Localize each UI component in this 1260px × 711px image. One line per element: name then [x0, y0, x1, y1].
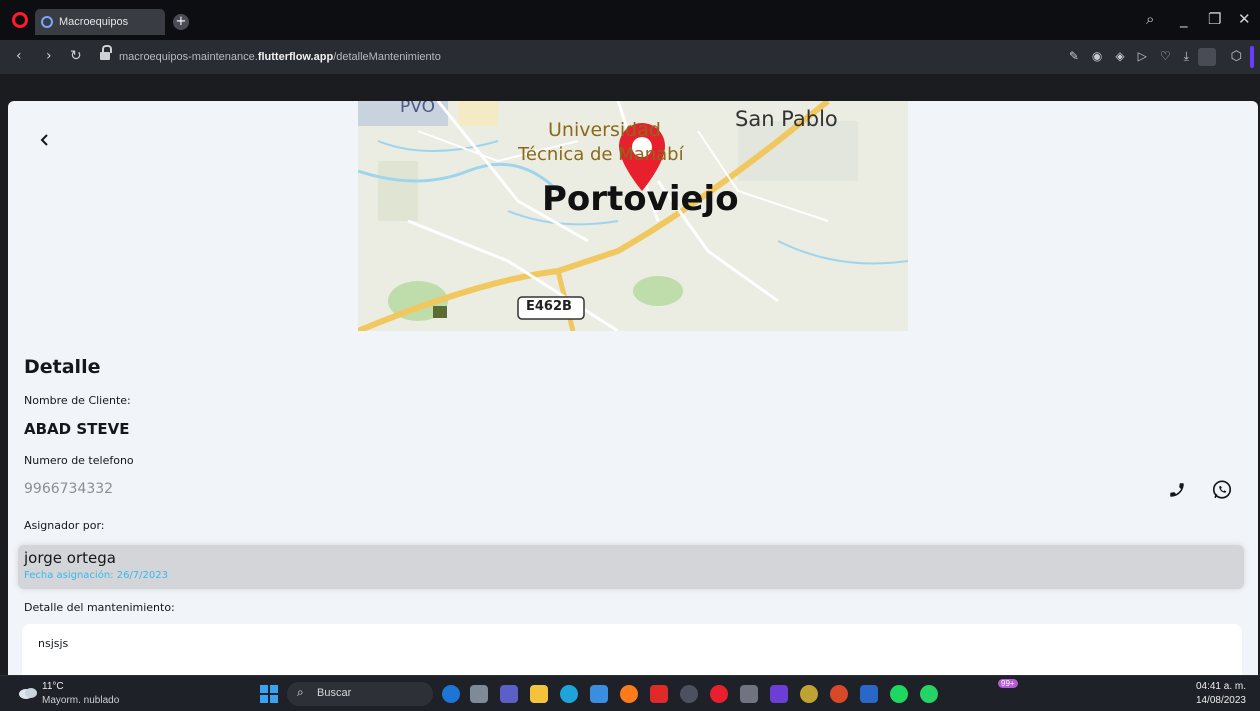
- notification-badge: 99+: [998, 679, 1018, 688]
- sidebar-accent: [1250, 46, 1254, 68]
- address-bar: ‹ › ↻ macroequipos-maintenance.flutterfl…: [0, 40, 1260, 74]
- browser-tab[interactable]: Macroequipos: [35, 9, 165, 35]
- search-tabs-icon[interactable]: ⌕: [1146, 10, 1154, 28]
- tab-title: Macroequipos: [59, 16, 129, 28]
- client-label: Nombre de Cliente:: [24, 394, 131, 407]
- search-icon: ⌕: [297, 685, 304, 699]
- phone-icon[interactable]: [1168, 481, 1186, 499]
- map-label-portoviejo: Portoviejo: [542, 179, 739, 219]
- cloud-icon[interactable]: [18, 686, 38, 699]
- map-label-san-pablo: San Pablo: [735, 107, 838, 131]
- windows-start-button[interactable]: [260, 685, 278, 703]
- whatsapp-icon[interactable]: [1211, 479, 1233, 501]
- app-icon-1[interactable]: [740, 685, 758, 703]
- bing-icon[interactable]: [442, 685, 460, 703]
- url-field[interactable]: macroequipos-maintenance.flutterflow.app…: [119, 51, 441, 63]
- assigned-label: Asignador por:: [24, 519, 105, 532]
- opera-taskbar-icon[interactable]: [710, 685, 728, 703]
- restore-button[interactable]: ❐: [1208, 10, 1221, 28]
- map-label-tecnica: Técnica de Manabí: [518, 144, 684, 165]
- opera-logo-icon[interactable]: [12, 12, 28, 28]
- file-explorer-icon[interactable]: [530, 685, 548, 703]
- play-icon[interactable]: ▷: [1138, 49, 1147, 64]
- weather-description: Mayorm. nublado: [42, 695, 120, 706]
- heart-icon[interactable]: ♡: [1160, 49, 1171, 64]
- description-text: nsjsjs: [38, 637, 69, 650]
- powerpoint-icon[interactable]: [830, 685, 848, 703]
- phone-number: 9966734332: [24, 481, 114, 497]
- download-icon[interactable]: ⤓: [1184, 49, 1189, 64]
- edge-icon[interactable]: [560, 685, 578, 703]
- clock-date[interactable]: 14/08/2023: [1196, 695, 1246, 706]
- assigned-date: Fecha asignación: 26/7/2023: [24, 570, 168, 581]
- shield-icon[interactable]: ◈: [1115, 49, 1124, 64]
- assigned-card: jorge ortega Fecha asignación: 26/7/2023: [18, 545, 1244, 589]
- map-label-pvo: PVO: [400, 101, 435, 117]
- obs-icon[interactable]: [680, 685, 698, 703]
- new-tab-button[interactable]: +: [173, 14, 189, 30]
- url-path: /detalleMantenimiento: [333, 51, 441, 63]
- client-name: ABAD STEVE: [24, 420, 130, 438]
- page-title: Detalle: [24, 356, 101, 378]
- minimize-button[interactable]: _: [1180, 10, 1188, 28]
- url-domain: flutterflow.app: [257, 51, 334, 63]
- browser-titlebar: Macroequipos + ⌕ _ ❐ ✕: [0, 0, 1260, 40]
- weather-temperature: 11°C: [42, 681, 64, 692]
- word-icon[interactable]: [860, 685, 878, 703]
- back-button[interactable]: [38, 133, 52, 147]
- task-view-icon[interactable]: [470, 685, 488, 703]
- whatsapp-taskbar-icon[interactable]: [920, 685, 938, 703]
- url-prefix: macroequipos-maintenance.: [119, 51, 258, 63]
- edit-icon[interactable]: ✎: [1069, 49, 1079, 64]
- address-bar-tools: ✎ ◉ ◈ ▷ ♡ ⤓ ≡: [1069, 49, 1212, 64]
- app-icon-3[interactable]: [800, 685, 818, 703]
- page-content: PVO Universidad Técnica de Manabí San Pa…: [8, 101, 1258, 675]
- spotify-icon[interactable]: [890, 685, 908, 703]
- firefox-icon[interactable]: [620, 685, 638, 703]
- reload-icon[interactable]: ↻: [70, 48, 82, 64]
- app-icon-2[interactable]: [770, 685, 788, 703]
- teams-icon[interactable]: [500, 685, 518, 703]
- phone-label: Numero de telefono: [24, 454, 134, 467]
- windows-taskbar: 11°C Mayorm. nublado ⌕ Buscar 99+ 04:41 …: [0, 675, 1260, 711]
- back-nav-icon[interactable]: ‹: [16, 48, 22, 64]
- store-icon[interactable]: [590, 685, 608, 703]
- extensions-icon[interactable]: ⬡: [1231, 49, 1242, 64]
- lock-icon: [100, 45, 112, 62]
- map-label-universidad: Universidad: [548, 119, 661, 141]
- close-window-button[interactable]: ✕: [1238, 10, 1251, 28]
- camera-icon[interactable]: ◉: [1092, 49, 1102, 64]
- description-card: nsjsjs: [22, 624, 1242, 675]
- taskbar-search[interactable]: ⌕ Buscar: [287, 682, 433, 706]
- forward-nav-icon[interactable]: ›: [46, 48, 52, 64]
- clock-time[interactable]: 04:41 a. m.: [1196, 681, 1246, 692]
- sonic-icon[interactable]: [650, 685, 668, 703]
- description-label: Detalle del mantenimiento:: [24, 601, 175, 614]
- tab-favicon-icon: [41, 16, 53, 28]
- search-placeholder: Buscar: [317, 687, 352, 699]
- map-label-route: E462B: [526, 299, 572, 314]
- assigned-name: jorge ortega: [24, 549, 116, 567]
- bookmark-bar: [0, 74, 1260, 100]
- profile-icon[interactable]: [1198, 48, 1216, 66]
- location-map[interactable]: PVO Universidad Técnica de Manabí San Pa…: [358, 101, 908, 331]
